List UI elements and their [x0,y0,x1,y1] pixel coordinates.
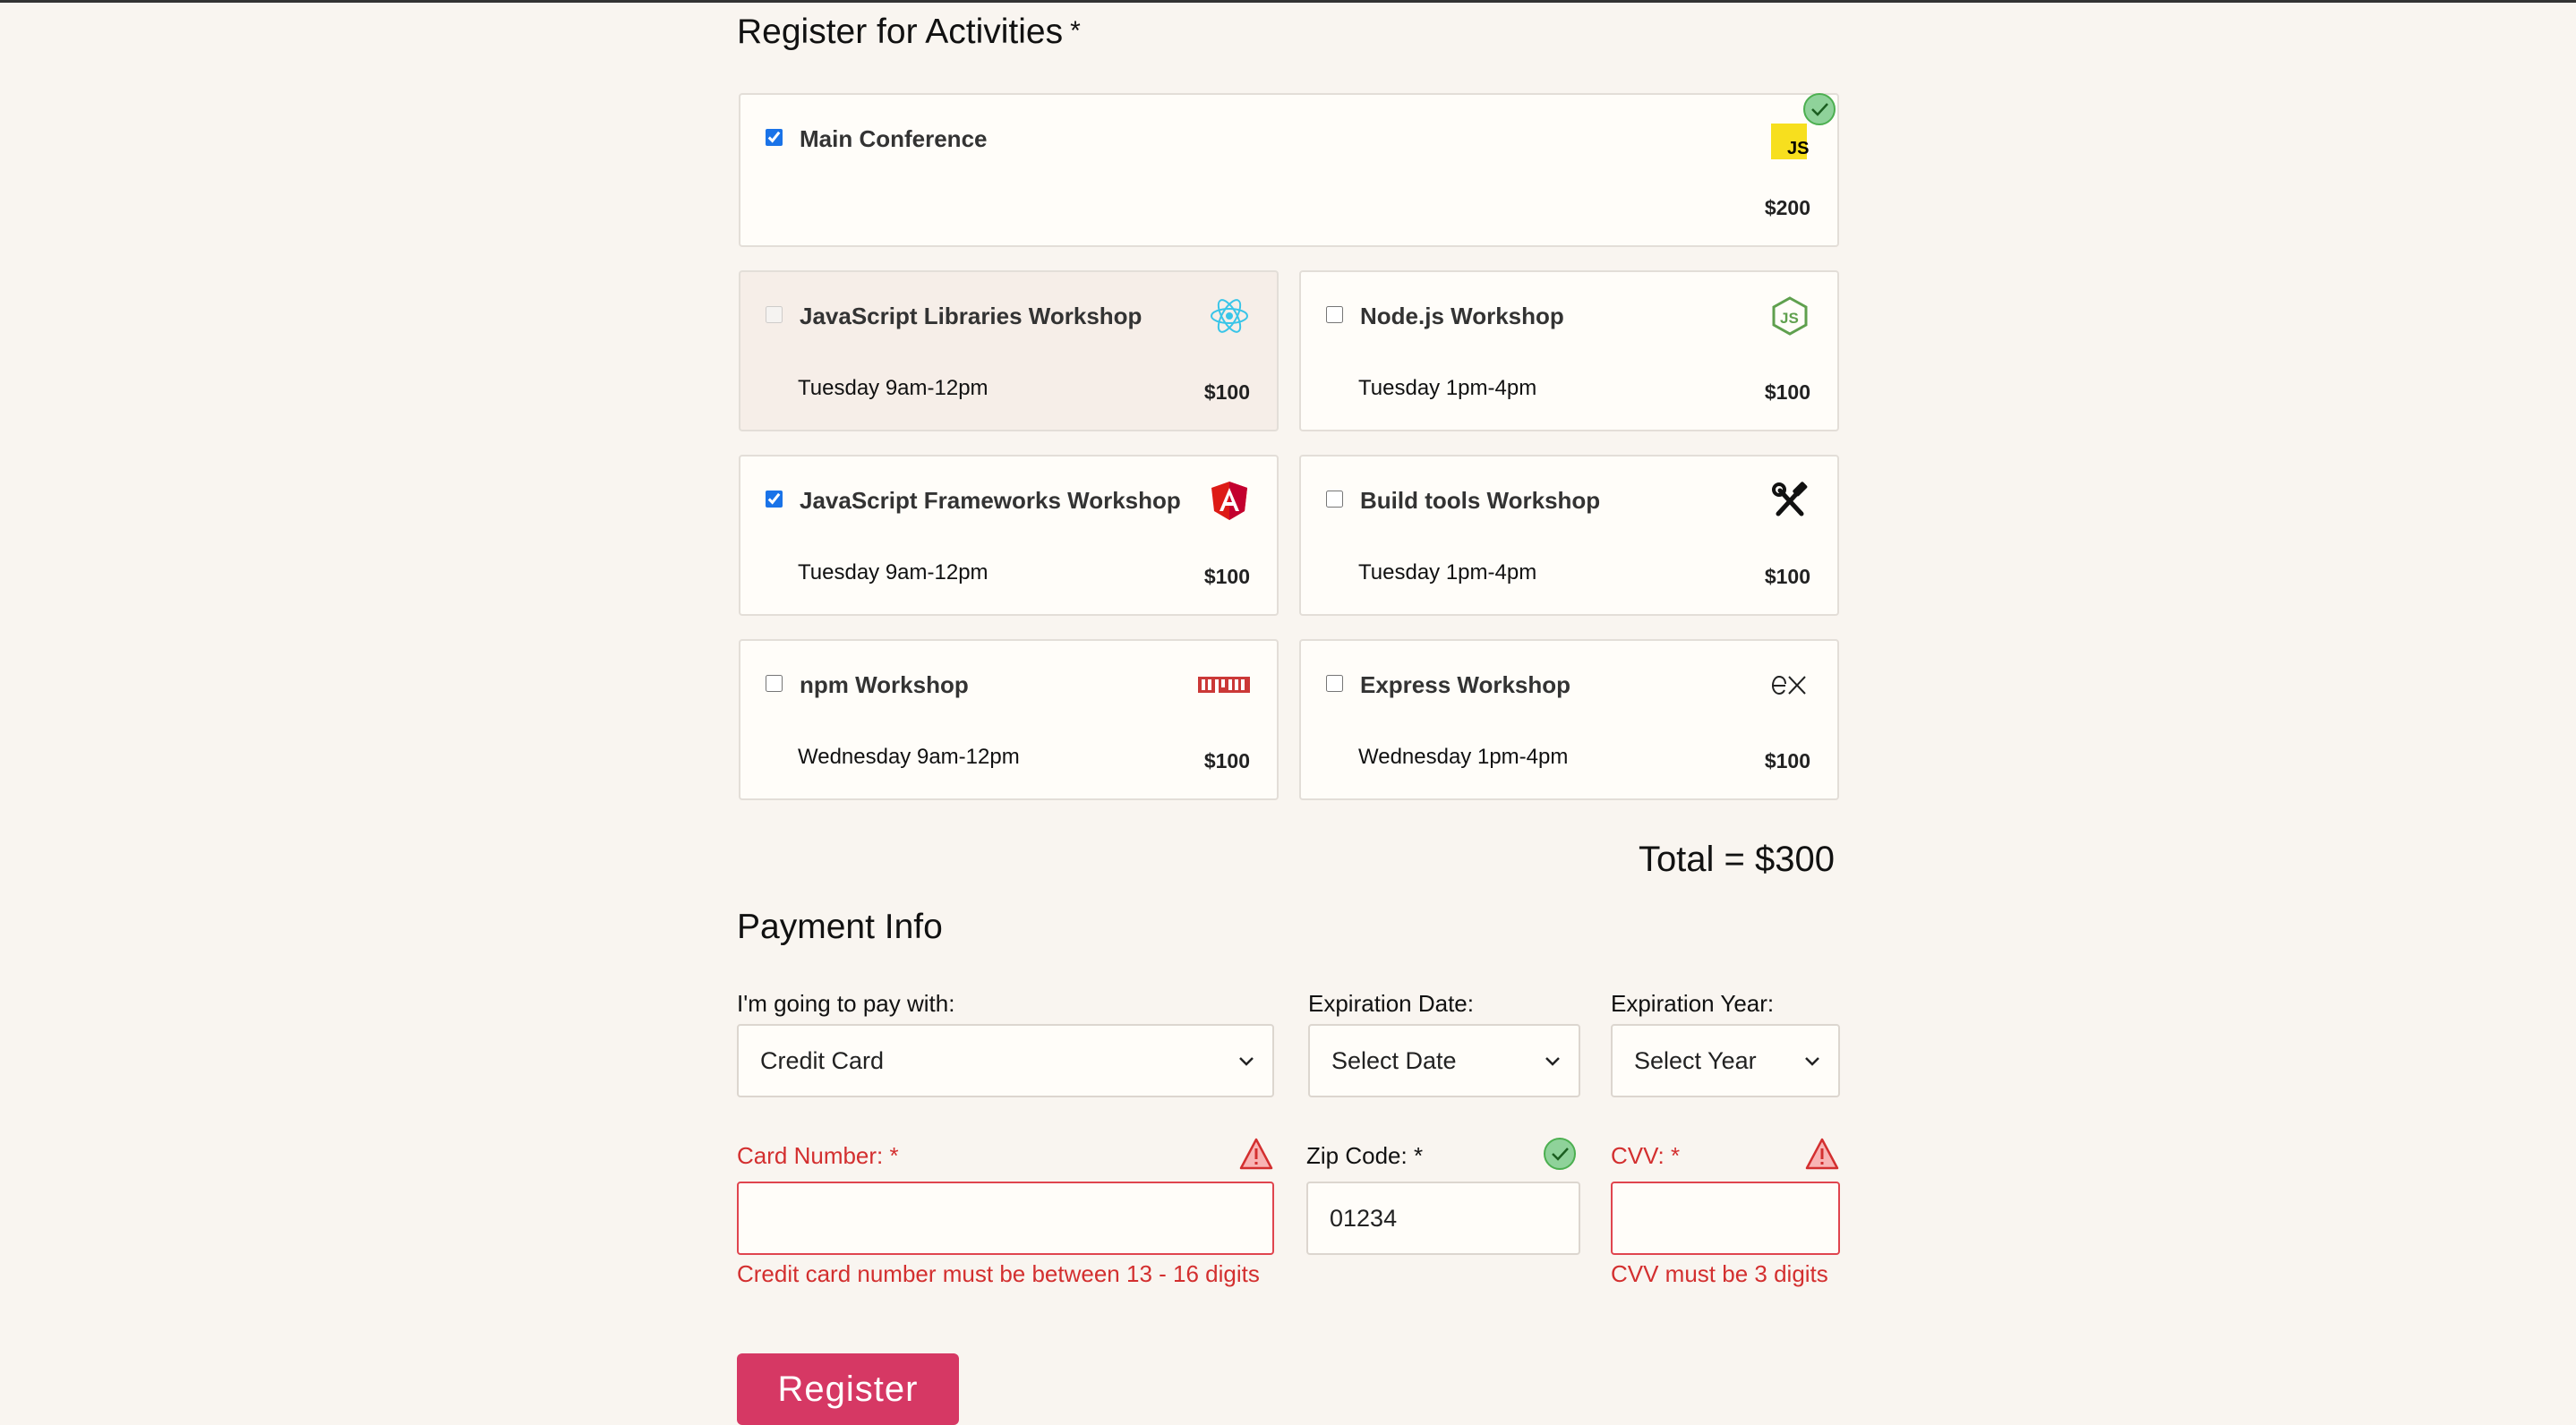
cvv-error: CVV must be 3 digits [1611,1260,1828,1287]
activity-cost: $100 [1764,749,1810,772]
activity-name: Node.js Workshop [1360,303,1564,329]
payment-method-select[interactable]: Credit Card [737,1024,1274,1097]
activity-main-conference[interactable]: Main Conference JS $200 [739,93,1839,247]
activity-time: Tuesday 9am-12pm [798,376,988,400]
cvv-label-text: CVV: [1611,1142,1665,1169]
required-asterisk: * [889,1142,899,1169]
activity-nodejs[interactable]: Node.js Workshop JS Tuesday 1pm-4pm $100 [1299,270,1839,431]
activity-npm[interactable]: npm Workshop Wednesday 9am-12pm $100 [739,639,1279,800]
cvv-label: CVV: * [1611,1142,1680,1170]
registration-form: Register for Activities * Main Conference… [737,0,1840,1425]
register-button[interactable]: Register [737,1353,959,1425]
expiration-date-select[interactable]: Select Date [1308,1024,1580,1097]
required-asterisk: * [1670,1142,1681,1169]
angular-icon [1211,482,1247,520]
js-frameworks-checkbox[interactable] [766,491,783,508]
activity-cost: $100 [1764,380,1810,404]
activity-name: Build tools Workshop [1360,487,1601,514]
activity-cost: $100 [1764,565,1810,588]
zip-code-input[interactable]: 01234 [1306,1182,1580,1255]
activity-time: Tuesday 1pm-4pm [1358,376,1537,400]
activity-name: JavaScript Libraries Workshop [800,303,1143,329]
svg-text:JS: JS [1787,139,1809,158]
activity-name: JavaScript Frameworks Workshop [800,487,1181,514]
main-conference-checkbox[interactable] [766,129,783,146]
zip-code-value: 01234 [1330,1205,1398,1232]
build-tools-checkbox[interactable] [1326,491,1343,508]
npm-icon [1198,677,1250,693]
activities-heading: Register for Activities * [737,13,1081,52]
nodejs-icon: JS [1772,296,1808,336]
warning-icon [1805,1138,1839,1170]
tools-icon [1772,482,1808,516]
activity-js-frameworks[interactable]: JavaScript Frameworks Workshop Tuesday 9… [739,455,1279,616]
chevron-down-icon [1805,1057,1819,1066]
express-icon [1771,675,1806,695]
activity-time: Tuesday 1pm-4pm [1358,560,1537,585]
pay-with-label: I'm going to pay with: [737,990,955,1017]
zip-code-label: Zip Code: * [1306,1142,1423,1170]
activity-cost: $100 [1203,749,1250,772]
expiration-year-select[interactable]: Select Year [1611,1024,1840,1097]
activity-cost: $100 [1203,565,1250,588]
cvv-input[interactable] [1611,1182,1840,1255]
activity-cost: $200 [1764,196,1810,219]
required-asterisk: * [1070,16,1081,46]
express-checkbox[interactable] [1326,675,1343,692]
react-icon [1211,299,1248,333]
valid-check-icon [1803,93,1836,125]
activity-js-libraries[interactable]: JavaScript Libraries Workshop Tuesday 9a… [739,270,1279,431]
activity-name: Main Conference [800,125,988,152]
activity-name: Express Workshop [1360,671,1571,698]
activity-express[interactable]: Express Workshop Wednesday 1pm-4pm $100 [1299,639,1839,800]
payment-heading: Payment Info [737,908,943,946]
zip-code-label-text: Zip Code: [1306,1142,1408,1169]
expiration-date-label: Expiration Date: [1308,990,1474,1017]
activity-name: npm Workshop [800,671,969,698]
required-asterisk: * [1413,1142,1424,1169]
expiration-date-value: Select Date [1331,1047,1457,1074]
chevron-down-icon [1545,1057,1560,1066]
activities-heading-text: Register for Activities [737,13,1064,51]
payment-method-value: Credit Card [760,1047,885,1074]
total-cost: Total = $300 [1638,840,1835,879]
valid-check-icon [1544,1138,1576,1170]
expiration-year-value: Select Year [1634,1047,1757,1074]
warning-icon [1239,1138,1273,1170]
card-number-error: Credit card number must be between 13 - … [737,1260,1260,1287]
svg-text:JS: JS [1780,310,1799,327]
activity-build-tools[interactable]: Build tools Workshop Tuesday 1pm-4pm $10… [1299,455,1839,616]
js-libraries-checkbox[interactable] [766,306,783,323]
expiration-year-label: Expiration Year: [1611,990,1775,1017]
activity-cost: $100 [1203,380,1250,404]
activity-time: Tuesday 9am-12pm [798,560,988,585]
activity-time: Wednesday 9am-12pm [798,745,1020,769]
npm-checkbox[interactable] [766,675,783,692]
activity-time: Wednesday 1pm-4pm [1358,745,1569,769]
card-number-input[interactable] [737,1182,1274,1255]
card-number-label: Card Number: * [737,1142,899,1170]
nodejs-checkbox[interactable] [1326,306,1343,323]
card-number-label-text: Card Number: [737,1142,884,1169]
chevron-down-icon [1239,1057,1254,1066]
